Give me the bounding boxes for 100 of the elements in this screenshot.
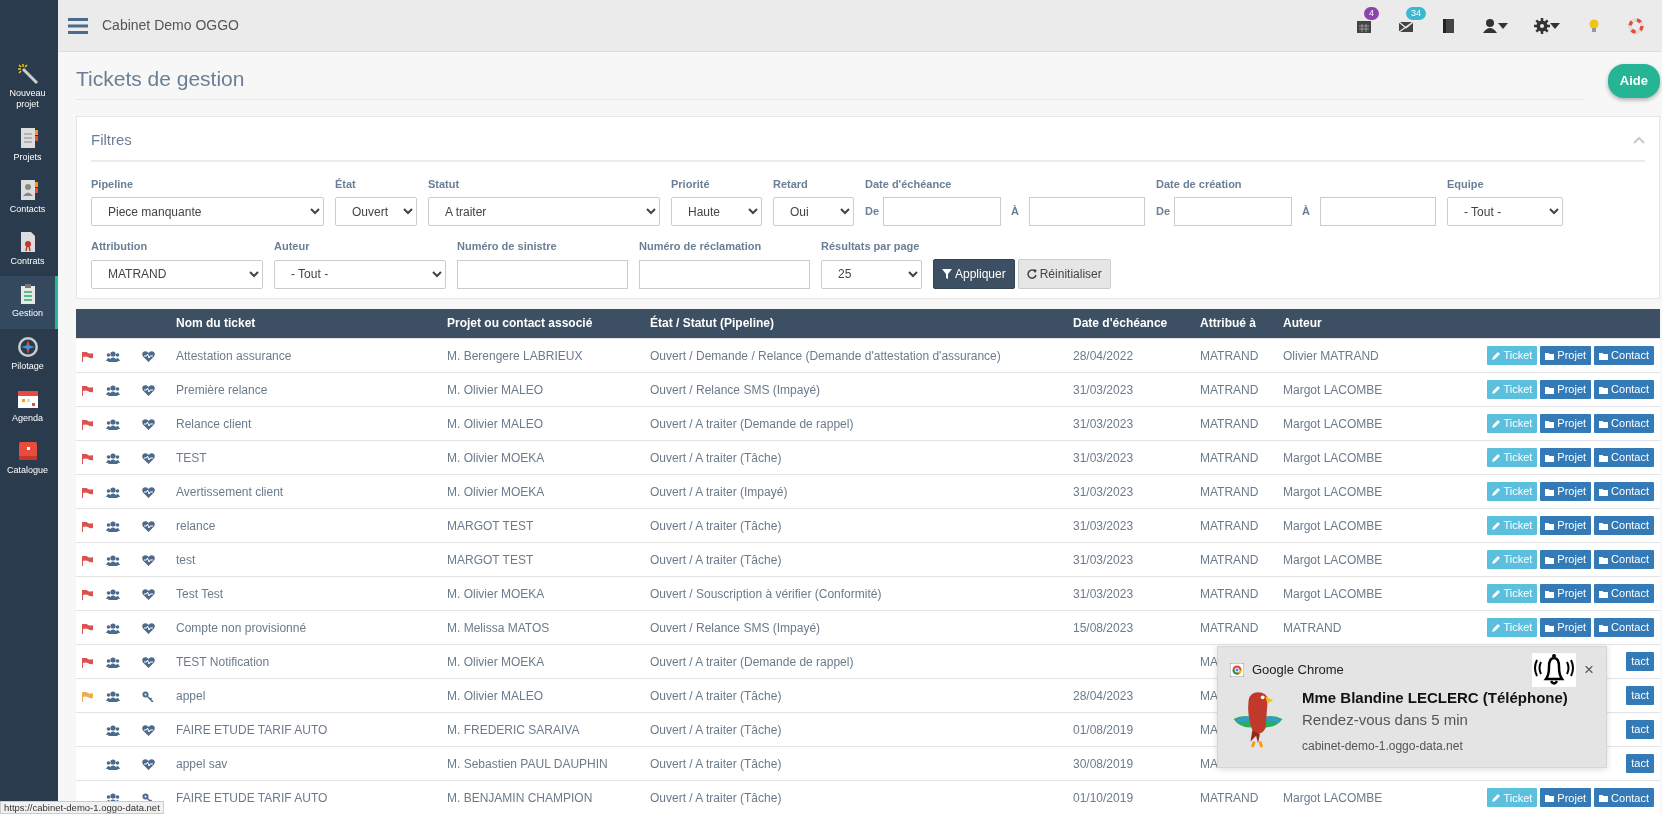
- project-button[interactable]: Projet: [1540, 516, 1592, 536]
- project-button[interactable]: Projet: [1540, 550, 1592, 570]
- app-title: Cabinet Demo OGGO: [102, 16, 239, 35]
- select-field[interactable]: Ouvert: [335, 197, 417, 227]
- contact-button[interactable]: Contact: [1594, 516, 1654, 536]
- lifebuoy-icon[interactable]: [1628, 17, 1644, 34]
- table-cell: Margot LACOMBE: [1283, 484, 1383, 499]
- folder-icon: [1599, 589, 1609, 598]
- sidebar-item[interactable]: Agenda: [0, 380, 58, 433]
- table-cell: MA: [1200, 688, 1218, 703]
- table-cell: appel: [176, 688, 206, 703]
- project-button[interactable]: Projet: [1540, 448, 1592, 468]
- contact-button[interactable]: Contact: [1594, 414, 1654, 434]
- table-cell: M. Olivier MOEKA: [447, 654, 545, 669]
- table-cell: MA: [1200, 722, 1218, 737]
- table-cell: M. BENJAMIN CHAMPION: [447, 790, 593, 805]
- reset-button[interactable]: Réinitialiser: [1017, 258, 1111, 289]
- sidebar-item[interactable]: Contacts: [0, 171, 58, 224]
- project-button[interactable]: Projet: [1540, 788, 1592, 808]
- table-cell: FAIRE ETUDE TARIF AUTO: [176, 722, 328, 737]
- date-field[interactable]: [1029, 197, 1145, 227]
- select-field[interactable]: Oui: [773, 197, 854, 227]
- table-cell: Margot LACOMBE: [1283, 790, 1383, 805]
- contact-button[interactable]: tact: [1626, 686, 1654, 706]
- field-label: À: [1011, 204, 1020, 220]
- count-badge: 4: [1364, 6, 1379, 20]
- contact-button[interactable]: Contact: [1594, 550, 1654, 570]
- folder-icon: [1545, 589, 1555, 598]
- project-button[interactable]: Projet: [1540, 482, 1592, 502]
- notification-source: cabinet-demo-1.oggo-data.net: [1302, 737, 1464, 755]
- date-field[interactable]: [883, 197, 1001, 227]
- input-field[interactable]: [639, 259, 810, 289]
- field-label: Pipeline: [91, 176, 135, 192]
- heart-pulse-icon: [142, 351, 155, 362]
- field-label: Résultats par page: [821, 239, 921, 255]
- contact-button[interactable]: Contact: [1594, 584, 1654, 604]
- contact-button[interactable]: tact: [1626, 652, 1654, 672]
- project-button[interactable]: Projet: [1540, 618, 1592, 638]
- table-cell: Ouvert / A traiter (Tâche): [650, 722, 782, 737]
- date-field[interactable]: [1320, 197, 1436, 227]
- heart-pulse-icon: [142, 725, 155, 736]
- project-button[interactable]: Projet: [1540, 584, 1592, 604]
- key-icon: [142, 691, 155, 702]
- collapse-icon[interactable]: [1633, 136, 1645, 145]
- contact-button[interactable]: Contact: [1594, 346, 1654, 366]
- people-icon: [106, 691, 120, 702]
- contact-button[interactable]: Contact: [1594, 618, 1654, 638]
- people-icon: [106, 555, 120, 566]
- table-cell: Ouvert / A traiter (Tâche): [650, 688, 782, 703]
- table-cell: Ouvert / Relance SMS (Impayé): [650, 382, 821, 397]
- select-field[interactable]: Haute: [671, 197, 762, 227]
- close-button[interactable]: ×: [1584, 661, 1594, 679]
- table-cell: test: [176, 552, 196, 567]
- settings-icon[interactable]: [1534, 17, 1550, 34]
- table-cell: MA: [1200, 756, 1218, 771]
- sidebar-item[interactable]: Gestion: [0, 276, 58, 329]
- apply-button[interactable]: Appliquer: [933, 258, 1015, 289]
- contact-button[interactable]: Contact: [1594, 482, 1654, 502]
- select-field[interactable]: Piece manquante: [91, 197, 324, 227]
- contact-button[interactable]: Contact: [1594, 788, 1654, 808]
- sidebar-item[interactable]: Nouveau projet: [0, 56, 58, 120]
- date-field[interactable]: [1174, 197, 1292, 227]
- contact-button[interactable]: Contact: [1594, 380, 1654, 400]
- book-icon[interactable]: [1440, 17, 1456, 34]
- input-field[interactable]: [457, 259, 628, 289]
- table-cell: MATRAND: [1200, 620, 1259, 635]
- field-label: De: [865, 204, 879, 220]
- select-field[interactable]: 25: [821, 259, 922, 289]
- table-cell: MATRAND: [1200, 518, 1259, 533]
- table-cell: 30/08/2019: [1073, 756, 1134, 771]
- wand-icon: [16, 63, 39, 85]
- project-button[interactable]: Projet: [1540, 414, 1592, 434]
- sidebar-item[interactable]: Projets: [0, 119, 58, 172]
- select-field[interactable]: - Tout -: [274, 259, 446, 289]
- field-label: Numéro de réclamation: [639, 239, 763, 255]
- project-button[interactable]: Projet: [1540, 346, 1592, 366]
- table-cell: 01/10/2019: [1073, 790, 1134, 805]
- people-icon: [106, 759, 120, 770]
- people-icon: [106, 657, 120, 668]
- menu-icon[interactable]: [68, 17, 88, 34]
- contact-button[interactable]: Contact: [1594, 448, 1654, 468]
- sidebar-item[interactable]: Contrats: [0, 224, 58, 277]
- notification-app: Google Chrome: [1252, 660, 1344, 679]
- select-field[interactable]: - Tout -: [1447, 197, 1563, 227]
- user-icon[interactable]: [1482, 17, 1498, 34]
- heart-pulse-icon: [142, 419, 155, 430]
- contact-button[interactable]: tact: [1626, 720, 1654, 740]
- table-cell: Attestation assurance: [176, 348, 292, 363]
- table-cell: Ouvert / Relance SMS (Impayé): [650, 620, 821, 635]
- table-cell: Ouvert / Demande / Relance (Demande d'attestation d'assurance): [650, 348, 1001, 363]
- sidebar-item[interactable]: Pilotage: [0, 328, 58, 381]
- sidebar-item[interactable]: Catalogue: [0, 433, 58, 486]
- project-button[interactable]: Projet: [1540, 380, 1592, 400]
- folder-icon: [1599, 521, 1609, 530]
- table-cell: M. Olivier MALEO: [447, 382, 543, 397]
- contact-button[interactable]: tact: [1626, 754, 1654, 774]
- select-field[interactable]: MATRAND: [91, 259, 263, 289]
- help-button[interactable]: Aide: [1607, 64, 1660, 98]
- select-field[interactable]: A traiter: [428, 197, 660, 227]
- people-icon: [106, 725, 120, 736]
